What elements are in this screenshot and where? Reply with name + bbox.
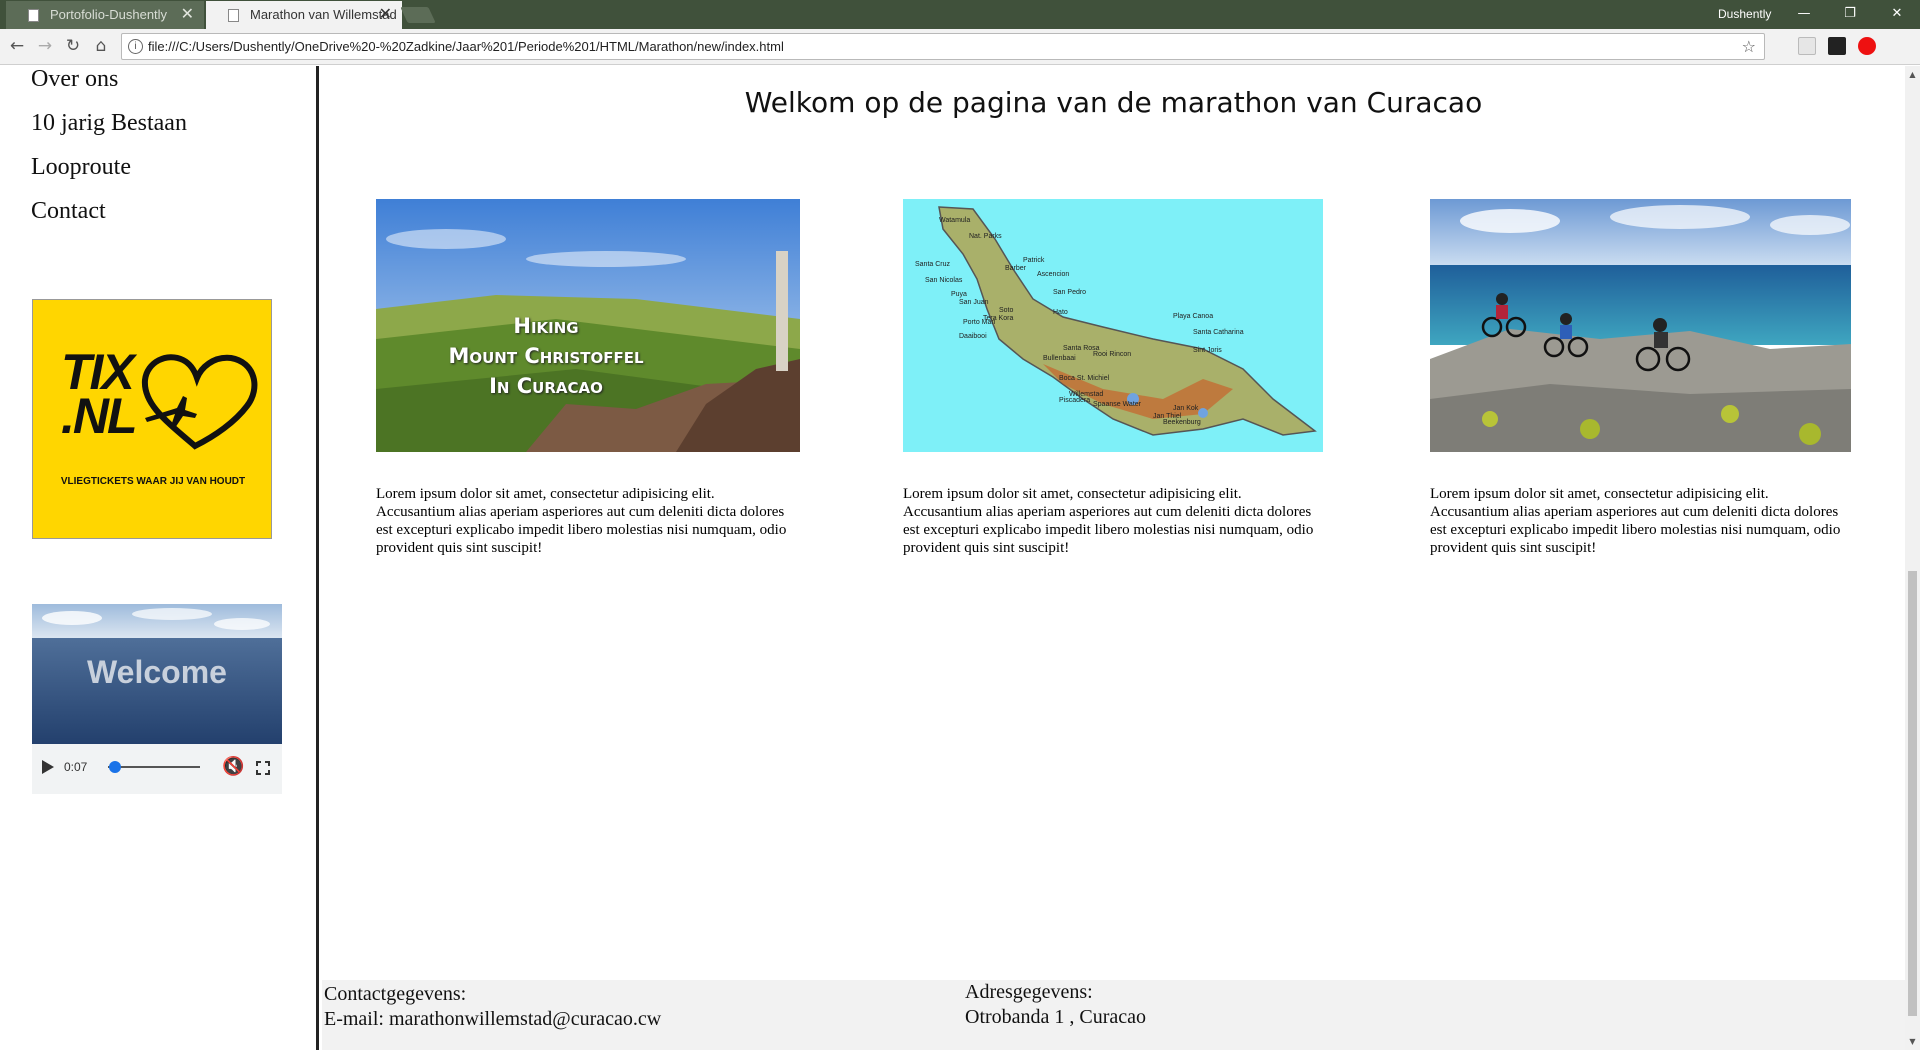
- video-player[interactable]: Welcome 0:07 🔇: [32, 604, 282, 794]
- map-place-label: Spaanse Water: [1093, 401, 1141, 408]
- map-place-label: Nat. Parks: [969, 233, 1002, 240]
- tab-strip: Portofolio-Dushently ✕ Marathon van Will…: [0, 0, 1920, 29]
- page-extension-icon[interactable]: [1798, 37, 1816, 55]
- map-place-label: Jan Kok: [1173, 405, 1199, 412]
- page-scrollbar[interactable]: ▲ ▼: [1905, 66, 1920, 1050]
- nav-link-contact[interactable]: Contact: [31, 197, 106, 225]
- map-place-label: Ascencion: [1037, 271, 1070, 278]
- tix-advertisement[interactable]: TIX .NL VLIEGTICKETS WAAR JIJ VAN HOUDT: [32, 299, 272, 539]
- nav-link-over-ons[interactable]: Over ons: [31, 65, 118, 93]
- video-seek-bar[interactable]: [108, 766, 200, 768]
- scroll-thumb[interactable]: [1908, 571, 1917, 1016]
- ad-tagline: VLIEGTICKETS WAAR JIJ VAN HOUDT: [60, 476, 246, 487]
- star-icon[interactable]: ☆: [1742, 34, 1756, 59]
- map-place-label: Barber: [1005, 265, 1027, 272]
- map-place-label: Piscadera: [1059, 397, 1091, 404]
- address-bar[interactable]: i file:///C:/Users/Dushently/OneDrive%20…: [121, 33, 1765, 60]
- ad-logo-bottom: .NL: [61, 388, 138, 444]
- map-place-label: San Juan: [959, 299, 989, 306]
- heart-plane-icon: [141, 354, 258, 450]
- map-place-label: Beekenburg: [1163, 419, 1201, 426]
- fullscreen-icon[interactable]: [256, 761, 270, 775]
- map-place-label: Boca St. Michiel: [1059, 375, 1110, 382]
- video-time: 0:07: [64, 760, 88, 774]
- forward-arrow-icon[interactable]: →: [32, 33, 58, 59]
- map-place-label: Playa Canoa: [1173, 313, 1214, 320]
- video-controls: 0:07 🔇: [32, 744, 282, 794]
- scroll-down-icon[interactable]: ▼: [1905, 1033, 1920, 1050]
- opera-extension-icon[interactable]: [1858, 37, 1876, 55]
- page-icon: [228, 9, 239, 22]
- card-text: Lorem ipsum dolor sit amet, consectetur …: [376, 486, 787, 556]
- map-place-label: Watamula: [939, 217, 971, 224]
- browser-toolbar: ← → ↻ ⌂ i file:///C:/Users/Dushently/One…: [0, 29, 1920, 65]
- map-place-label: San Pedro: [1053, 289, 1087, 296]
- video-overlay-text: Welcome: [87, 654, 227, 690]
- video-seek-thumb[interactable]: [108, 761, 121, 773]
- sidebar: Over ons 10 jarig Bestaan Looproute Cont…: [0, 66, 319, 1050]
- map-place-label: Bullenbaai: [1043, 355, 1076, 362]
- info-icon[interactable]: i: [128, 39, 143, 54]
- tab-close-icon[interactable]: ✕: [379, 1, 392, 29]
- muted-speaker-icon[interactable]: 🔇: [222, 756, 244, 778]
- contact-email: E-mail: marathonwillemstad@curacao.cw: [324, 1008, 662, 1030]
- play-icon[interactable]: [42, 760, 54, 774]
- video-frame[interactable]: Welcome: [32, 604, 282, 744]
- map-place-label: Daaibooi: [959, 333, 987, 340]
- tab-close-icon[interactable]: ✕: [181, 1, 194, 29]
- map-place-label: Soto: [999, 307, 1014, 314]
- map-place-label: San Nicolas: [925, 277, 963, 284]
- page-icon: [28, 9, 39, 22]
- page-footer: Contactgegevens: E-mail: marathonwillems…: [322, 980, 1905, 1050]
- tab-portfolio[interactable]: Portofolio-Dushently ✕: [6, 1, 204, 29]
- map-place-label: Rooi Rincon: [1093, 351, 1132, 358]
- nav-link-looproute[interactable]: Looproute: [31, 153, 131, 181]
- contact-heading: Contactgegevens:: [324, 983, 467, 1005]
- hiking-caption-line: Hiking: [513, 314, 579, 338]
- map-place-label: Porto Mari: [963, 319, 996, 326]
- home-icon[interactable]: ⌂: [88, 33, 114, 59]
- bikers-image: [1430, 199, 1851, 452]
- hiking-caption-line: In Curacao: [489, 374, 603, 398]
- scroll-up-icon[interactable]: ▲: [1905, 66, 1920, 83]
- jb-extension-icon[interactable]: [1828, 37, 1846, 55]
- map-place-label: Santa Catharina: [1193, 329, 1244, 336]
- map-place-label: Hato: [1053, 309, 1068, 316]
- hiking-caption-line: Mount Christoffel: [448, 344, 644, 368]
- address-heading: Adresgegevens:: [965, 981, 1093, 1003]
- card-text: Lorem ipsum dolor sit amet, consectetur …: [1430, 486, 1841, 556]
- new-tab-button[interactable]: [400, 7, 436, 23]
- back-arrow-icon[interactable]: ←: [4, 33, 30, 59]
- address-url[interactable]: file:///C:/Users/Dushently/OneDrive%20-%…: [148, 34, 784, 59]
- map-place-label: Patrick: [1023, 257, 1045, 264]
- minimize-icon[interactable]: —: [1781, 0, 1827, 29]
- restore-icon[interactable]: ❐: [1827, 0, 1873, 29]
- page-title: Welkom op de pagina van de marathon van …: [744, 86, 1483, 119]
- reload-icon[interactable]: ↻: [60, 33, 86, 59]
- tab-marathon[interactable]: Marathon van Willemstad ✕: [206, 1, 402, 29]
- map-place-label: Santa Cruz: [915, 261, 951, 268]
- profile-name[interactable]: Dushently: [1718, 0, 1771, 29]
- nav-link-10-jarig-bestaan[interactable]: 10 jarig Bestaan: [31, 109, 187, 137]
- map-place-label: Puya: [951, 291, 967, 298]
- address-line: Otrobanda 1 , Curacao: [965, 1006, 1147, 1028]
- card-text: Lorem ipsum dolor sit amet, consectetur …: [903, 486, 1314, 556]
- main-content: Welkom op de pagina van de marathon van …: [322, 66, 1905, 1050]
- curacao-map-image: Watamula Nat. Parks Patrick Santa Cruz Barbe…: [903, 199, 1323, 452]
- close-icon[interactable]: ✕: [1874, 0, 1920, 29]
- tab-title: Marathon van Willemstad: [250, 7, 397, 22]
- map-place-label: Sint Joris: [1193, 347, 1222, 354]
- tab-title: Portofolio-Dushently: [50, 7, 168, 22]
- hiking-image: Hiking Mount Christoffel In Curacao: [376, 199, 800, 452]
